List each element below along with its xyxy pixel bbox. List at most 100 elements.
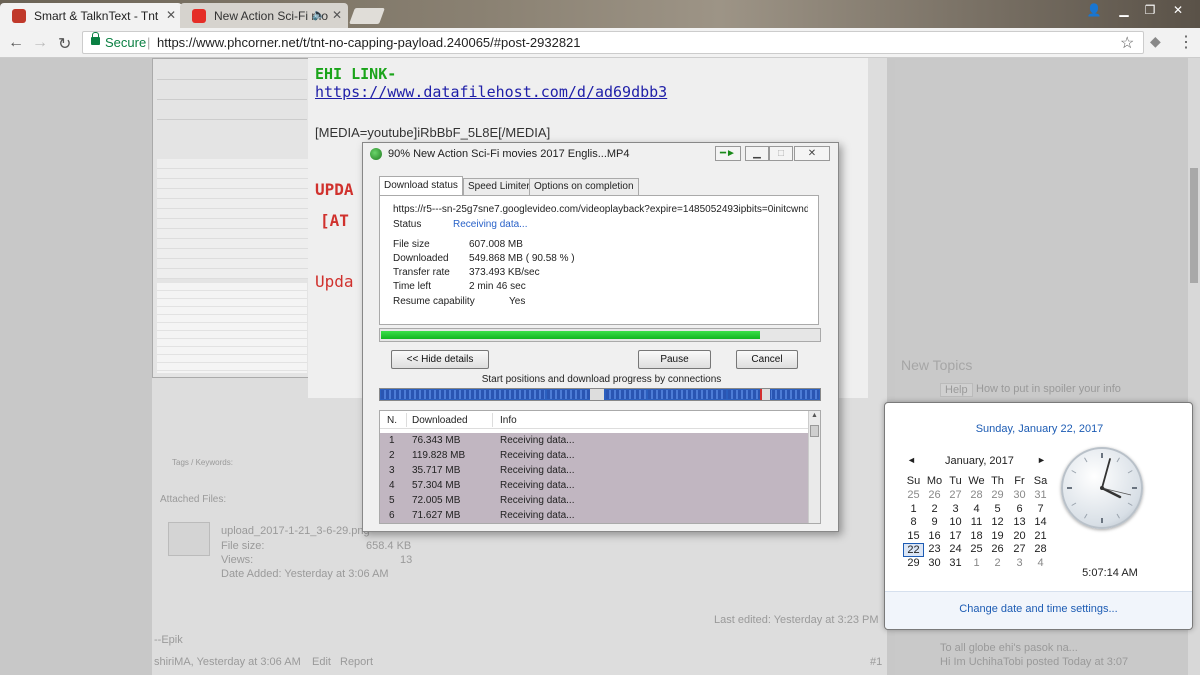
calendar-day[interactable]: 29 — [987, 489, 1008, 501]
calendar-day[interactable]: 2 — [924, 503, 945, 515]
new-tab-button[interactable] — [349, 8, 385, 24]
calendar-day[interactable]: 26 — [924, 489, 945, 501]
calendar-day[interactable]: 25 — [903, 489, 924, 501]
calendar-day[interactable]: 7 — [1030, 503, 1051, 515]
connection-row[interactable]: 1 76.343 MB Receiving data... — [380, 433, 808, 448]
calendar-day[interactable]: 22 — [903, 543, 924, 557]
tab-youtube-video[interactable]: New Action Sci-Fi mo 🔈 ✕ — [180, 3, 348, 28]
calendar-day[interactable]: 6 — [1009, 503, 1030, 515]
connection-row[interactable]: 2 119.828 MB Receiving data... — [380, 448, 808, 463]
calendar-day[interactable]: 2 — [987, 557, 1008, 569]
calendar-day[interactable]: 18 — [966, 530, 987, 542]
reload-icon[interactable]: ↻ — [58, 34, 71, 54]
menu-icon[interactable]: ⋮ — [1178, 32, 1194, 52]
connection-row[interactable]: 3 35.717 MB Receiving data... — [380, 463, 808, 478]
connections-caption: Start positions and download progress by… — [481, 374, 722, 385]
col-header-n[interactable]: N. — [387, 415, 397, 426]
post-number[interactable]: #1 — [870, 656, 882, 668]
scroll-up-icon[interactable]: ▲ — [811, 412, 818, 419]
calendar-day[interactable]: 19 — [987, 530, 1008, 542]
side-topic-1[interactable]: To all globe ehi's pasok na... — [940, 642, 1130, 654]
calendar-day[interactable]: 8 — [903, 516, 924, 528]
change-date-time-settings-link[interactable]: Change date and time settings... — [885, 603, 1192, 615]
bookmark-star-icon[interactable]: ☆ — [1120, 33, 1134, 53]
calendar-day[interactable]: 26 — [987, 543, 1008, 555]
calendar-day[interactable]: 17 — [945, 530, 966, 542]
forward-arrow-icon[interactable]: → — [32, 34, 48, 52]
calendar-day[interactable]: 13 — [1009, 516, 1030, 528]
connections-scrollbar[interactable]: ▲ — [808, 411, 820, 523]
calendar-day[interactable]: 5 — [987, 503, 1008, 515]
next-month-icon[interactable]: ► — [1037, 455, 1046, 465]
calendar-day[interactable]: 4 — [1030, 557, 1051, 569]
minimize-icon[interactable]: ▁ — [745, 146, 769, 161]
calendar-day[interactable]: 9 — [924, 516, 945, 528]
calendar-day[interactable]: 20 — [1009, 530, 1030, 542]
close-window-icon[interactable]: ✕ — [1166, 1, 1190, 19]
address-bar[interactable]: Secure | https://www.phcorner.net/t/tnt-n… — [82, 31, 1144, 54]
back-arrow-icon[interactable]: ← — [8, 34, 24, 52]
tab-smart-talkntext[interactable]: Smart & TalknText - Tnt ✕ — [0, 3, 182, 28]
calendar-day[interactable]: 3 — [1009, 557, 1030, 569]
maximize-icon[interactable]: ❐ — [1138, 1, 1162, 19]
profile-icon[interactable]: 👤 — [1082, 1, 1106, 19]
close-tab-icon[interactable]: ✕ — [166, 8, 176, 22]
calendar-day[interactable]: 24 — [945, 543, 966, 555]
calendar-day[interactable]: 30 — [924, 557, 945, 569]
calendar-day[interactable]: 1 — [903, 503, 924, 515]
minimize-icon[interactable]: ▁ — [1112, 1, 1136, 19]
close-tab-icon[interactable]: ✕ — [332, 8, 342, 22]
attachment-thumbnail[interactable] — [168, 522, 210, 556]
col-header-downloaded[interactable]: Downloaded — [412, 415, 468, 426]
calendar-day[interactable]: 28 — [966, 489, 987, 501]
long-date-link[interactable]: Sunday, January 22, 2017 — [885, 423, 1194, 435]
calendar-day[interactable]: 28 — [1030, 543, 1051, 555]
tab-download-status[interactable]: Download status — [379, 176, 463, 195]
attachment-name[interactable]: upload_2017-1-21_3-6-29.png — [221, 525, 370, 537]
calendar-day[interactable]: 1 — [966, 557, 987, 569]
side-topic-2[interactable]: Hi Im UchihaTobi posted Today at 3:07 — [940, 656, 1135, 668]
calendar-day[interactable]: 16 — [924, 530, 945, 542]
show-arrow-icon[interactable]: ━► — [715, 146, 741, 161]
hide-details-button[interactable]: << Hide details — [391, 350, 489, 369]
connection-row[interactable]: 6 71.627 MB Receiving data... — [380, 508, 808, 523]
calendar-day[interactable]: 27 — [945, 489, 966, 501]
ehi-download-link[interactable]: https://www.datafilehost.com/d/ad69dbb3 — [315, 83, 667, 101]
tab-options-on-completion[interactable]: Options on completion — [529, 178, 639, 195]
topic-link[interactable]: How to put in spoiler your info — [976, 383, 1121, 395]
help-tag[interactable]: Help — [940, 383, 973, 397]
scrollbar-thumb[interactable] — [1190, 168, 1198, 283]
calendar-day[interactable]: 30 — [1009, 489, 1030, 501]
calendar-day[interactable]: 29 — [903, 557, 924, 569]
calendar-day[interactable]: 14 — [1030, 516, 1051, 528]
scrollbar-thumb[interactable] — [810, 425, 819, 437]
extension-icon[interactable]: ◆ — [1150, 33, 1161, 50]
report-link[interactable]: Report — [340, 656, 373, 668]
connection-row[interactable]: 4 57.304 MB Receiving data... — [380, 478, 808, 493]
calendar-day[interactable]: 15 — [903, 530, 924, 542]
close-icon[interactable]: ✕ — [794, 146, 830, 161]
connection-row[interactable]: 5 72.005 MB Receiving data... — [380, 493, 808, 508]
dialog-titlebar[interactable]: 90% New Action Sci-Fi movies 2017 Englis… — [363, 143, 838, 165]
audio-playing-icon[interactable]: 🔈 — [312, 8, 326, 21]
col-header-info[interactable]: Info — [500, 415, 517, 426]
calendar-day[interactable]: 23 — [924, 543, 945, 555]
calendar-day[interactable]: 31 — [1030, 489, 1051, 501]
calendar-day[interactable]: 27 — [1009, 543, 1030, 555]
pause-button[interactable]: Pause — [638, 350, 711, 369]
calendar-day[interactable]: 31 — [945, 557, 966, 569]
calendar-day[interactable]: 10 — [945, 516, 966, 528]
calendar-day[interactable]: 12 — [987, 516, 1008, 528]
calendar-day[interactable]: 25 — [966, 543, 987, 555]
calendar-day[interactable]: 4 — [966, 503, 987, 515]
calendar-day[interactable]: 11 — [966, 516, 987, 528]
calendar-month-title[interactable]: January, 2017 — [945, 455, 1014, 467]
tab-speed-limiter[interactable]: Speed Limiter — [463, 178, 535, 195]
calendar-day[interactable]: 3 — [945, 503, 966, 515]
cancel-button[interactable]: Cancel — [736, 350, 798, 369]
author-line[interactable]: shiriMA, Yesterday at 3:06 AM — [154, 656, 301, 668]
previous-month-icon[interactable]: ◄ — [907, 455, 916, 465]
calendar-day[interactable]: 21 — [1030, 530, 1051, 542]
maximize-icon[interactable]: □ — [769, 146, 793, 161]
edit-link[interactable]: Edit — [312, 656, 331, 668]
